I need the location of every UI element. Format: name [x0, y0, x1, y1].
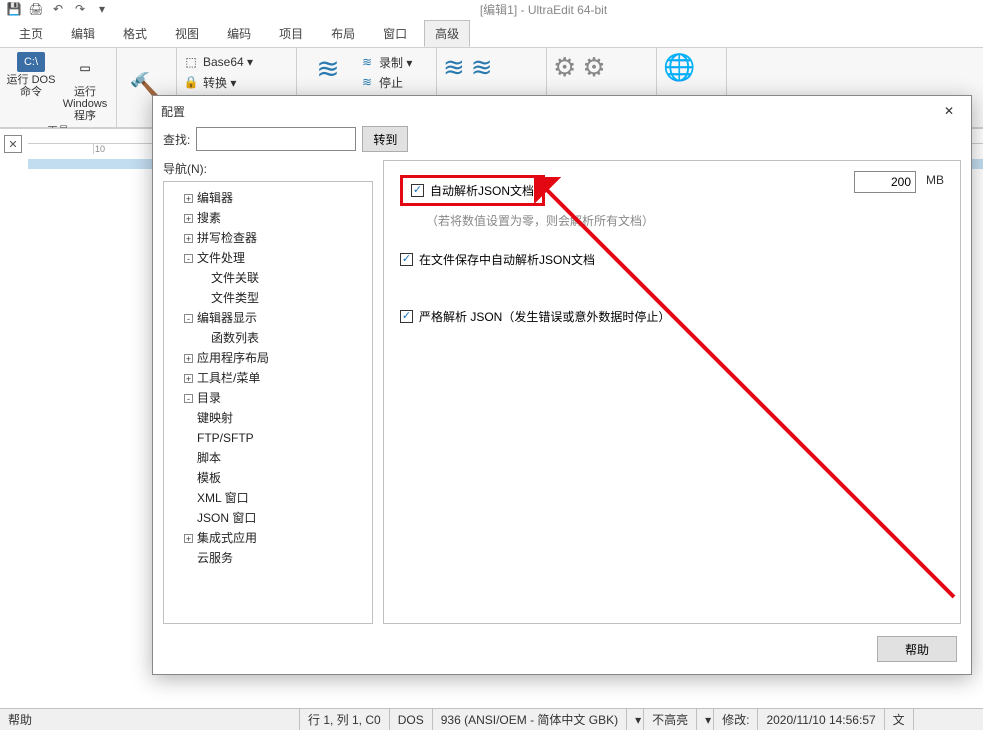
tree-item[interactable]: JSON 窗口: [184, 508, 366, 528]
search-label: 查找:: [163, 131, 190, 148]
status-bar: 帮助 行 1, 列 1, C0 DOS 936 (ANSI/OEM - 简体中文…: [0, 708, 983, 730]
status-help: 帮助: [0, 709, 300, 730]
auto-parse-highlight: 自动解析JSON文档: [400, 175, 545, 206]
print-icon[interactable]: 🖨: [28, 1, 44, 17]
nav-tree[interactable]: +编辑器+搜素+拼写检查器-文件处理文件关联文件类型-编辑器显示函数列表+应用程…: [163, 181, 373, 624]
tree-item[interactable]: 函数列表: [198, 328, 366, 348]
search-row: 查找: 转到: [163, 126, 961, 152]
tree-item[interactable]: +编辑器: [184, 188, 366, 208]
tree-item[interactable]: 键映射: [184, 408, 366, 428]
script-icon-1[interactable]: ≋: [443, 52, 465, 83]
status-modified-label: 修改:: [714, 709, 758, 730]
help-button[interactable]: 帮助: [877, 636, 957, 662]
tree-item[interactable]: +工具栏/菜单: [184, 368, 366, 388]
globe-icon[interactable]: 🌐: [663, 52, 695, 83]
dialog-title-text: 配置: [161, 103, 185, 120]
close-doc-tab[interactable]: ✕: [4, 135, 22, 153]
tree-item[interactable]: +搜素: [184, 208, 366, 228]
tree-item[interactable]: FTP/SFTP: [184, 428, 366, 448]
script-icon-2[interactable]: ≋: [471, 52, 493, 83]
status-position: 行 1, 列 1, C0: [300, 709, 390, 730]
title-bar: 💾 🖨 ↶ ↷ ▾ [编辑1] - UltraEdit 64-bit: [0, 0, 983, 18]
undo-icon[interactable]: ↶: [50, 1, 66, 17]
tree-item[interactable]: 脚本: [184, 448, 366, 468]
parse-on-save-checkbox[interactable]: [400, 253, 413, 266]
ribbon-tab-4[interactable]: 编码: [216, 20, 262, 47]
parse-on-save-label: 在文件保存中自动解析JSON文档: [419, 251, 595, 268]
close-icon[interactable]: ✕: [935, 100, 963, 122]
gear-icon-1[interactable]: ⚙: [553, 52, 576, 83]
window-title: [编辑1] - UltraEdit 64-bit: [110, 1, 977, 18]
lock-icon: 🔒: [183, 74, 199, 90]
ribbon-tab-7[interactable]: 窗口: [372, 20, 418, 47]
tree-item[interactable]: XML 窗口: [184, 488, 366, 508]
ribbon-tab-0[interactable]: 主页: [8, 20, 54, 47]
save-icon[interactable]: 💾: [6, 1, 22, 17]
tree-item[interactable]: -目录: [184, 388, 366, 408]
search-input[interactable]: [196, 127, 356, 151]
stop-button[interactable]: ≋停止: [359, 72, 412, 92]
size-input[interactable]: [854, 171, 916, 193]
ribbon-tab-2[interactable]: 格式: [112, 20, 158, 47]
hint-text: （若将数值设置为零，则会解析所有文档）: [426, 212, 944, 229]
base64-icon: ⬚: [183, 54, 199, 70]
status-file: 文: [885, 709, 914, 730]
size-unit: MB: [926, 173, 944, 187]
run-windows-button[interactable]: ▭ 运行 Windows 程序: [60, 52, 110, 122]
status-highlight[interactable]: 不高亮: [644, 709, 697, 730]
ribbon-tabs: 主页编辑格式视图编码项目布局窗口高级: [0, 18, 983, 48]
run-dos-button[interactable]: C:\ 运行 DOS 命令: [6, 52, 56, 122]
terminal-icon: C:\: [17, 52, 45, 72]
ribbon-tab-3[interactable]: 视图: [164, 20, 210, 47]
status-line-ending[interactable]: DOS: [390, 709, 433, 730]
tree-item[interactable]: 云服务: [184, 548, 366, 568]
status-encoding[interactable]: 936 (ANSI/OEM - 简体中文 GBK): [433, 709, 627, 730]
status-timestamp: 2020/11/10 14:56:57: [758, 709, 884, 730]
highlight-dropdown[interactable]: ▾: [697, 709, 714, 730]
config-panel: 自动解析JSON文档 MB （若将数值设置为零，则会解析所有文档） 在文件保存中…: [383, 160, 961, 624]
ribbon-tab-6[interactable]: 布局: [320, 20, 366, 47]
tree-item[interactable]: -编辑器显示函数列表: [184, 308, 366, 348]
convert-button[interactable]: 🔒转换 ▾: [183, 72, 290, 92]
tree-item[interactable]: 文件关联: [198, 268, 366, 288]
encoding-dropdown[interactable]: ▾: [627, 709, 644, 730]
nav-label: 导航(N):: [163, 160, 373, 181]
tree-item[interactable]: -文件处理文件关联文件类型: [184, 248, 366, 308]
record-icon: ≋: [359, 54, 375, 70]
ribbon-tab-5[interactable]: 项目: [268, 20, 314, 47]
tree-item[interactable]: +拼写检查器: [184, 228, 366, 248]
tree-item[interactable]: +集成式应用: [184, 528, 366, 548]
strict-parse-checkbox[interactable]: [400, 310, 413, 323]
record-button[interactable]: ≋录制 ▾: [359, 52, 412, 72]
ribbon-tab-1[interactable]: 编辑: [60, 20, 106, 47]
dialog-titlebar: 配置 ✕: [153, 96, 971, 126]
tree-item[interactable]: 文件类型: [198, 288, 366, 308]
stop-icon: ≋: [359, 74, 375, 90]
base64-button[interactable]: ⬚Base64 ▾: [183, 52, 290, 72]
ribbon-tab-8[interactable]: 高级: [424, 20, 470, 47]
annotation-arrow: [534, 177, 964, 607]
tree-item[interactable]: 模板: [184, 468, 366, 488]
auto-parse-checkbox[interactable]: [411, 184, 424, 197]
strict-parse-label: 严格解析 JSON（发生错误或意外数据时停止）: [419, 308, 670, 325]
windows-run-icon: ▭: [69, 52, 101, 84]
redo-icon[interactable]: ↷: [72, 1, 88, 17]
macro-play-button[interactable]: ≋: [303, 52, 353, 84]
ribbon-group-tools: C:\ 运行 DOS 命令 ▭ 运行 Windows 程序 工具: [0, 48, 117, 127]
config-dialog: 配置 ✕ 查找: 转到 导航(N): +编辑器+搜素+拼写检查器-文件处理文件关…: [152, 95, 972, 675]
macro-play-icon: ≋: [312, 52, 344, 84]
dropdown-icon[interactable]: ▾: [94, 1, 110, 17]
goto-button[interactable]: 转到: [362, 126, 408, 152]
gear-icon-2[interactable]: ⚙: [582, 52, 605, 83]
auto-parse-label: 自动解析JSON文档: [430, 182, 534, 199]
tree-item[interactable]: +应用程序布局: [184, 348, 366, 368]
